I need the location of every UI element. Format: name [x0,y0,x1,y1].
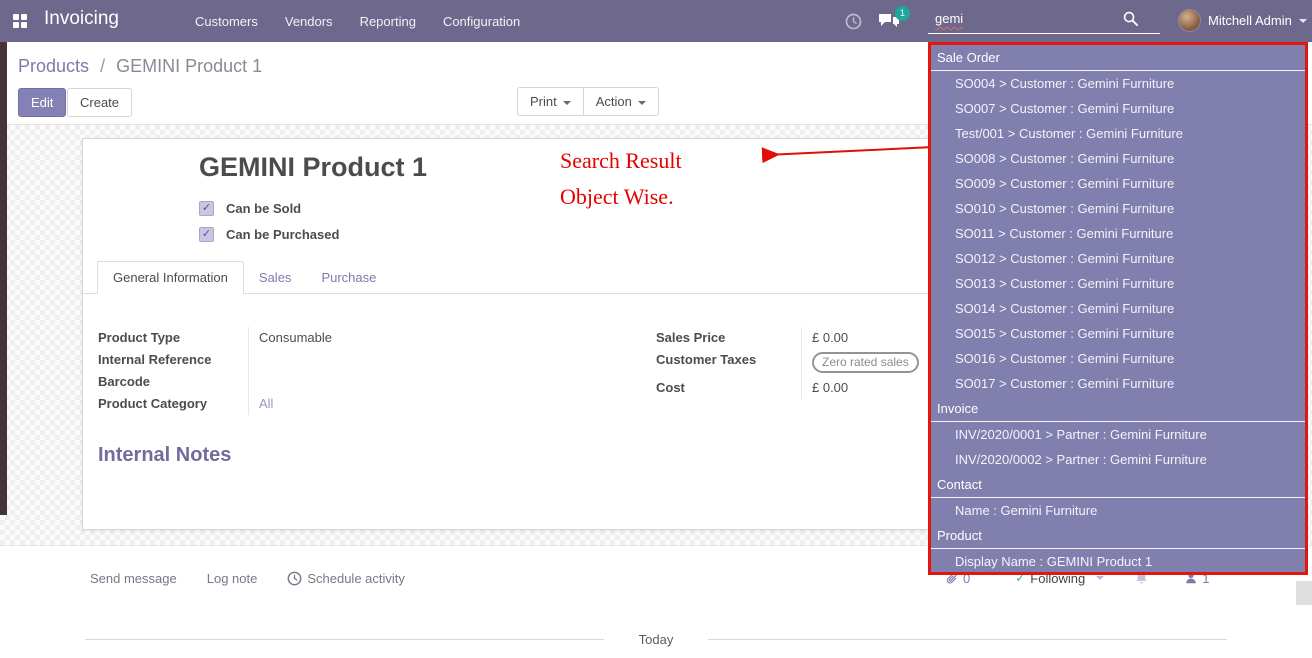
date-divider: Today [85,632,1227,647]
search-result-item[interactable]: SO012 > Customer : Gemini Furniture [931,246,1305,271]
user-menu-caret-icon [1299,19,1307,23]
annotation-line1: Search Result [560,148,682,174]
menu-configuration[interactable]: Configuration [443,14,520,29]
search-result-item[interactable]: SO014 > Customer : Gemini Furniture [931,296,1305,321]
section-sale-order: Sale Order [931,45,1305,71]
can-be-sold-row: ✓ Can be Sold [199,201,301,216]
search-result-item[interactable]: SO009 > Customer : Gemini Furniture [931,171,1305,196]
field-product-type: Product Type Consumable [98,327,528,349]
tab-sales[interactable]: Sales [244,262,307,293]
tax-badge: Zero rated sales [812,352,919,373]
annotation-arrow [750,140,935,166]
can-be-sold-checkbox[interactable]: ✓ [199,201,214,216]
schedule-activity-button[interactable]: Schedule activity [287,571,405,586]
edit-button[interactable]: Edit [18,88,66,117]
internal-notes-heading: Internal Notes [98,444,231,467]
menu-customers[interactable]: Customers [195,14,258,29]
log-note-button[interactable]: Log note [207,571,258,586]
search-result-item[interactable]: Test/001 > Customer : Gemini Furniture [931,121,1305,146]
user-avatar[interactable] [1178,9,1201,32]
search-result-item[interactable]: SO013 > Customer : Gemini Furniture [931,271,1305,296]
search-result-item[interactable]: SO008 > Customer : Gemini Furniture [931,146,1305,171]
app-window: Invoicing Customers Vendors Reporting Co… [0,0,1312,658]
search-result-item[interactable]: SO007 > Customer : Gemini Furniture [931,96,1305,121]
main-menu: Customers Vendors Reporting Configuratio… [195,0,520,42]
apps-menu-icon[interactable] [13,14,27,28]
divider-line-left [85,639,604,640]
print-action-group: Print Action [517,87,659,116]
field-barcode: Barcode [98,371,528,393]
section-contact: Contact [931,472,1305,498]
send-message-button[interactable]: Send message [90,571,177,586]
search-results-dropdown: Sale Order SO004 > Customer : Gemini Fur… [928,42,1308,575]
field-product-category: Product Category All [98,393,528,415]
search-result-item[interactable]: Display Name : GEMINI Product 1 [931,549,1305,574]
search-result-item[interactable]: INV/2020/0002 > Partner : Gemini Furnitu… [931,447,1305,472]
action-caret-icon [638,101,646,105]
menu-reporting[interactable]: Reporting [360,14,416,29]
section-invoice: Invoice [931,396,1305,422]
can-be-purchased-row: ✓ Can be Purchased [199,227,339,242]
print-caret-icon [563,101,571,105]
tab-purchase[interactable]: Purchase [306,262,391,293]
field-internal-reference: Internal Reference [98,349,528,371]
app-title[interactable]: Invoicing [44,8,119,30]
search-result-item[interactable]: SO015 > Customer : Gemini Furniture [931,321,1305,346]
scrollbar-thumb[interactable] [1296,581,1312,605]
search-query-text: gemi [935,11,963,26]
search-result-item[interactable]: SO011 > Customer : Gemini Furniture [931,221,1305,246]
search-result-item[interactable]: SO010 > Customer : Gemini Furniture [931,196,1305,221]
search-result-item[interactable]: Name : Gemini Furniture [931,498,1305,523]
tab-general-information[interactable]: General Information [97,261,244,294]
activities-clock-icon[interactable] [845,13,862,30]
following-caret-icon [1096,576,1104,580]
schedule-clock-icon [287,571,302,586]
breadcrumb: Products / GEMINI Product 1 [18,56,262,77]
search-result-item[interactable]: SO016 > Customer : Gemini Furniture [931,346,1305,371]
create-button[interactable]: Create [67,88,132,117]
search-icon[interactable] [1123,11,1138,26]
print-button[interactable]: Print [517,87,583,116]
action-button[interactable]: Action [583,87,659,116]
left-field-group: Product Type Consumable Internal Referen… [98,327,528,415]
date-divider-label: Today [639,632,674,647]
global-search-input[interactable]: gemi [928,6,1160,34]
product-title: GEMINI Product 1 [199,152,427,183]
user-menu[interactable]: Mitchell Admin [1208,13,1292,28]
chatter-actions: Send message Log note Schedule activity [90,571,405,586]
search-result-item[interactable]: SO017 > Customer : Gemini Furniture [931,371,1305,396]
messages-count-badge: 1 [895,6,910,21]
annotation-line2: Object Wise. [560,184,674,210]
divider-line-right [708,639,1227,640]
menu-vendors[interactable]: Vendors [285,14,333,29]
breadcrumb-current: GEMINI Product 1 [116,56,262,76]
product-category-link[interactable]: All [248,393,528,415]
can-be-purchased-checkbox[interactable]: ✓ [199,227,214,242]
search-result-item[interactable]: INV/2020/0001 > Partner : Gemini Furnitu… [931,422,1305,447]
search-result-item[interactable]: SO004 > Customer : Gemini Furniture [931,71,1305,96]
window-edge-stripe [0,42,7,515]
section-product: Product [931,523,1305,549]
can-be-sold-label: Can be Sold [226,201,301,216]
breadcrumb-separator: / [100,56,105,76]
can-be-purchased-label: Can be Purchased [226,227,339,242]
breadcrumb-products-link[interactable]: Products [18,56,89,76]
top-navbar: Invoicing Customers Vendors Reporting Co… [0,0,1312,42]
